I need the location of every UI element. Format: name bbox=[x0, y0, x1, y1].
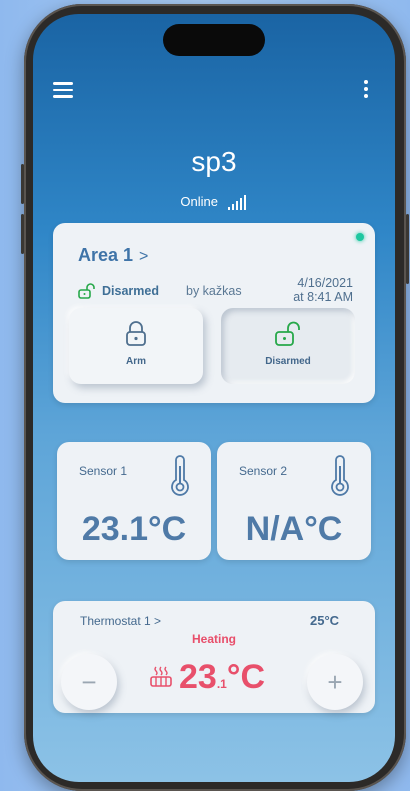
volume-button bbox=[21, 214, 24, 254]
disarm-button[interactable]: Disarmed bbox=[221, 308, 355, 384]
area-status-label: Disarmed bbox=[102, 284, 159, 298]
thermostat-setpoint: 25°C bbox=[310, 613, 340, 628]
status-timestamp: 4/16/2021 at 8:41 AM bbox=[281, 276, 353, 304]
sensor-name: Sensor 2 bbox=[239, 464, 288, 478]
volume-button bbox=[21, 164, 24, 204]
sensor-value: 23.1°C bbox=[81, 510, 187, 548]
area-title-link[interactable]: Area 1 > bbox=[78, 245, 148, 266]
arm-button[interactable]: Arm bbox=[69, 308, 203, 384]
thermostat-card: Thermostat 1 > 25°C Heating − 23.1 °C + bbox=[53, 601, 375, 713]
online-indicator bbox=[356, 233, 364, 241]
hamburger-menu-icon[interactable] bbox=[53, 82, 73, 98]
changed-by: by kažkas bbox=[186, 284, 242, 298]
site-title: sp3 bbox=[191, 146, 237, 177]
sensor-name: Sensor 1 bbox=[79, 464, 128, 478]
heater-icon bbox=[150, 666, 172, 687]
lock-icon bbox=[126, 321, 146, 346]
unlock-icon bbox=[275, 321, 300, 346]
area-title: Area 1 bbox=[78, 245, 134, 265]
arm-button-label: Arm bbox=[125, 356, 146, 367]
thermostat-title-link[interactable]: Thermostat 1 > bbox=[80, 614, 161, 628]
area-status: Disarmed bbox=[78, 283, 159, 299]
chevron-right-icon: > bbox=[139, 248, 149, 265]
connection-status-label: Online bbox=[180, 194, 218, 209]
unlock-icon bbox=[78, 283, 95, 299]
current-temp-unit: °C bbox=[226, 658, 265, 696]
decrease-temp-button[interactable]: − bbox=[61, 654, 117, 710]
signal-strength-icon bbox=[227, 195, 248, 210]
sensor-card[interactable]: Sensor 2 N/A°C bbox=[217, 442, 371, 560]
thermostat-name: Thermostat 1 bbox=[80, 614, 151, 628]
current-temperature: 23.1 °C bbox=[149, 658, 265, 697]
thermometer-icon bbox=[331, 455, 349, 496]
current-temp-decimal: .1 bbox=[216, 677, 227, 691]
status-time: at 8:41 AM bbox=[293, 290, 353, 304]
status-date: 4/16/2021 bbox=[297, 276, 353, 290]
kebab-menu-icon[interactable] bbox=[361, 80, 371, 102]
increase-temp-button[interactable]: + bbox=[307, 654, 363, 710]
sensor-card[interactable]: Sensor 1 23.1°C bbox=[57, 442, 211, 560]
current-temp-integer: 23 bbox=[179, 658, 217, 696]
disarm-button-label: Disarmed bbox=[265, 356, 311, 367]
area-card: Area 1 > Disarmed by kažkas 4/16/2021 at … bbox=[53, 223, 375, 403]
thermometer-icon bbox=[171, 455, 189, 496]
sensor-value: N/A°C bbox=[245, 510, 343, 548]
app-screen: sp3 Online Area 1 > Disarmed by kažkas 4/… bbox=[33, 14, 395, 782]
power-button bbox=[406, 214, 409, 284]
chevron-right-icon: > bbox=[154, 614, 162, 628]
thermostat-mode: Heating bbox=[191, 632, 236, 646]
dynamic-island bbox=[163, 24, 265, 56]
connection-status: Online bbox=[33, 194, 395, 210]
